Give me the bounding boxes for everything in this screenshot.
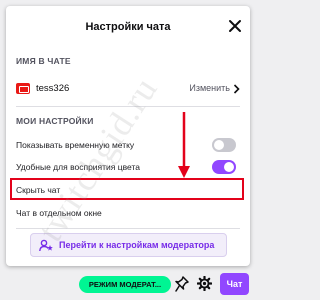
moderator-mode-badge[interactable]: РЕЖИМ МОДЕРАТ... <box>79 276 171 293</box>
gear-icon[interactable] <box>197 276 212 291</box>
arrow-down-icon <box>178 112 190 178</box>
timestamp-toggle[interactable] <box>212 138 236 152</box>
name-section-title: ИМЯ В ЧАТЕ <box>16 56 71 66</box>
divider <box>16 106 240 107</box>
divider <box>16 228 240 229</box>
chat-bottom-bar: РЕЖИМ МОДЕРАТ... Чат <box>0 270 255 300</box>
setting-popout-chat[interactable]: Чат в отдельном окне <box>16 204 240 224</box>
close-icon[interactable] <box>228 19 242 33</box>
chat-badge-icon <box>16 83 30 94</box>
user-star-icon <box>39 239 53 252</box>
setting-show-timestamp[interactable]: Показывать временную метку <box>16 136 240 156</box>
my-settings-title: МОИ НАСТРОЙКИ <box>16 116 94 126</box>
moderator-settings-button[interactable]: Перейти к настройкам модератора <box>30 233 227 257</box>
chat-name-row: tess326 Изменить <box>16 79 240 99</box>
hide-chat-highlight <box>10 178 244 200</box>
setting-label: Показывать временную метку <box>16 140 135 150</box>
change-name-link[interactable]: Изменить <box>189 83 230 93</box>
chat-settings-popup: Настройки чата ИМЯ В ЧАТЕ tess326 Измени… <box>6 6 250 266</box>
readable-colors-toggle[interactable] <box>212 160 236 174</box>
popup-header: Настройки чата <box>6 6 250 42</box>
setting-readable-colors[interactable]: Удобные для восприятия цвета <box>16 158 240 178</box>
popup-title: Настройки чата <box>85 21 171 33</box>
pin-icon[interactable] <box>175 276 189 292</box>
chat-send-button[interactable]: Чат <box>220 273 249 295</box>
chevron-right-icon[interactable] <box>233 84 240 94</box>
setting-label: Чат в отдельном окне <box>16 208 102 218</box>
setting-label: Удобные для восприятия цвета <box>16 162 141 172</box>
toggle-knob <box>214 140 224 150</box>
moderator-button-label: Перейти к настройкам модератора <box>59 240 215 250</box>
toggle-knob <box>224 162 234 172</box>
username: tess326 <box>36 83 70 94</box>
